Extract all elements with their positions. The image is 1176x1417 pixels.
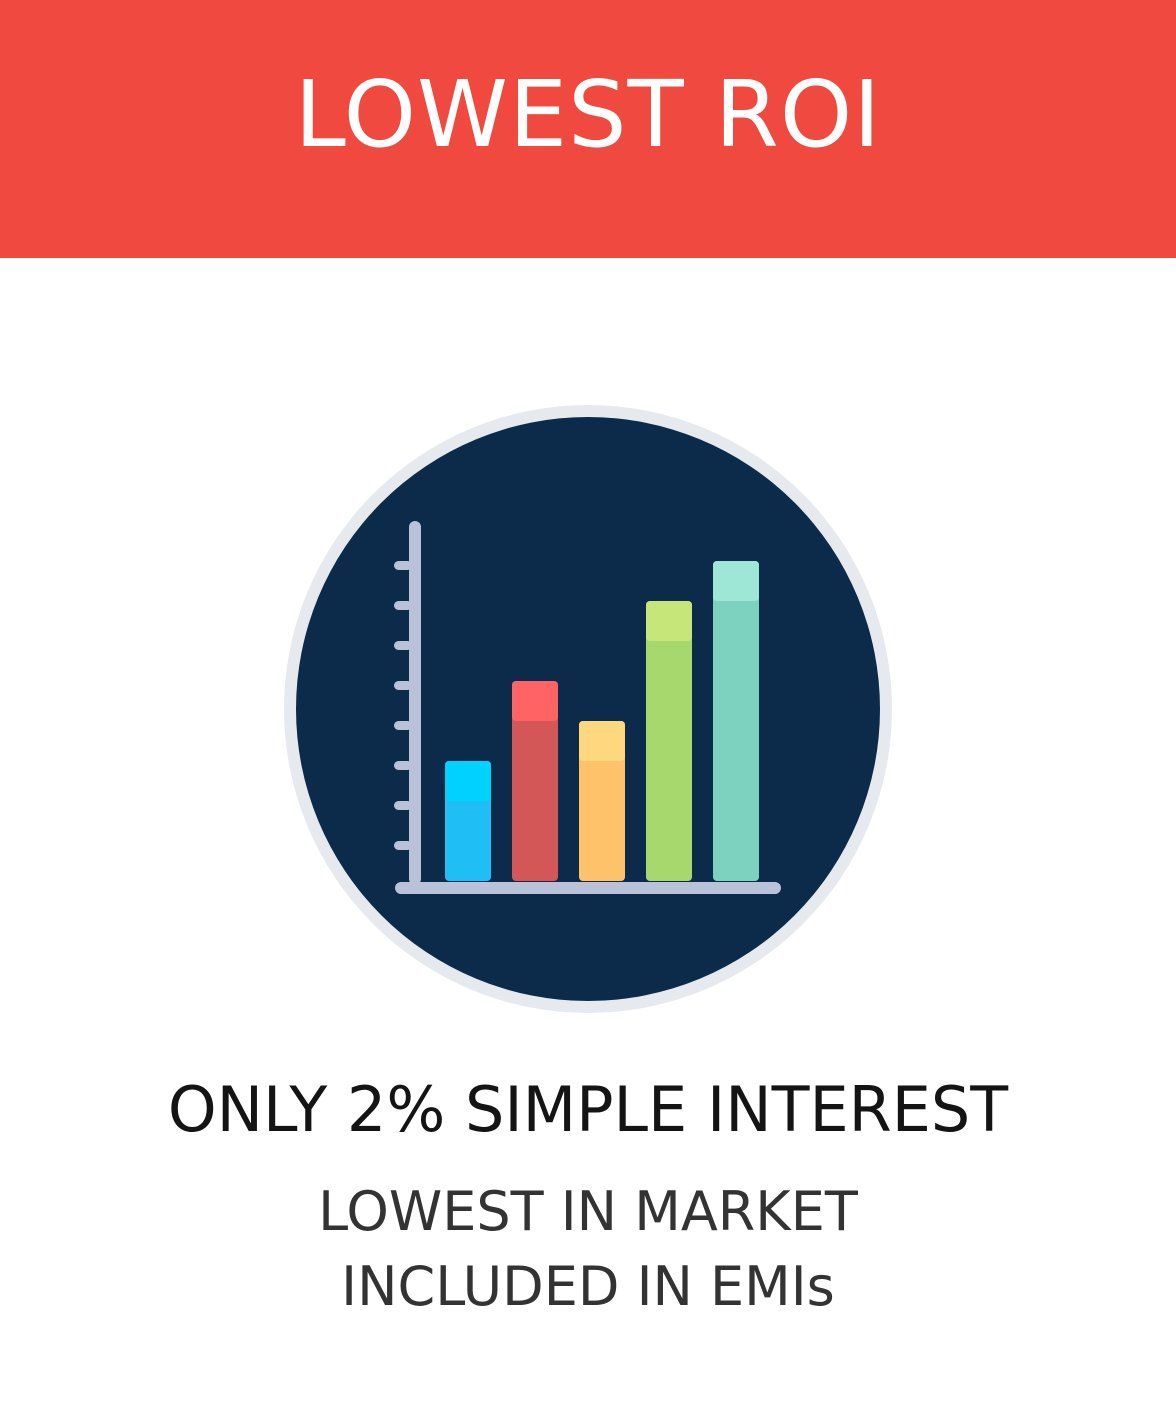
icon-circle-background	[296, 417, 880, 1001]
headline: ONLY 2% SIMPLE INTEREST	[167, 1073, 1009, 1146]
subtext-line-1: LOWEST IN MARKET	[318, 1180, 858, 1243]
chart-bar	[713, 561, 759, 881]
bar-chart-icon	[282, 403, 894, 1015]
chart-bar-cap	[579, 721, 625, 761]
bar-chart-illustration	[284, 405, 892, 1013]
subtext-line-2: INCLUDED IN EMIs	[341, 1255, 835, 1318]
y-axis-line	[409, 521, 421, 885]
chart-bar-cap	[445, 761, 491, 801]
title-banner: LOWEST ROI	[0, 0, 1176, 258]
chart-bar-cap	[512, 681, 558, 721]
chart-bar-cap	[713, 561, 759, 601]
chart-bar	[646, 601, 692, 881]
x-axis-line	[395, 882, 781, 894]
chart-bar-cap	[646, 601, 692, 641]
banner-title: LOWEST ROI	[294, 61, 882, 168]
